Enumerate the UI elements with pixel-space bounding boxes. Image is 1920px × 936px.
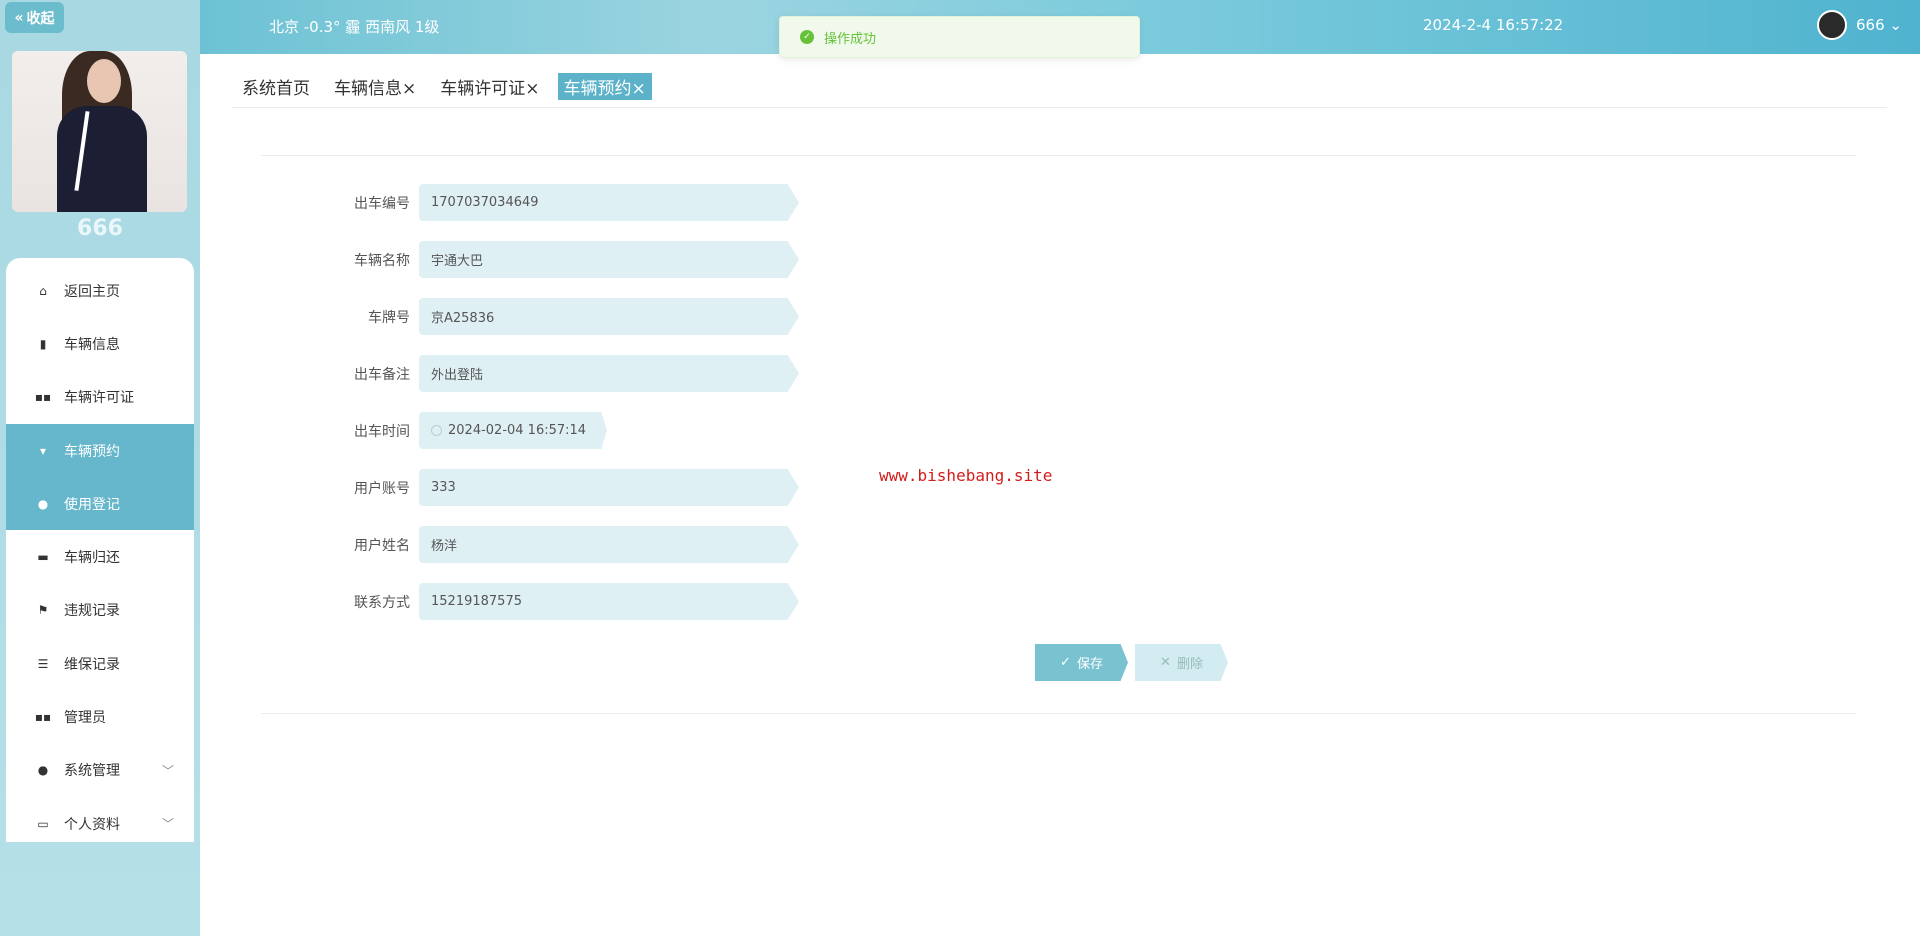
chevron-down-icon: ﹀ bbox=[161, 817, 174, 832]
vehicle-name-input[interactable]: 宇通大巴 bbox=[419, 241, 799, 278]
form-row-name: 用户姓名 杨洋 bbox=[260, 526, 799, 563]
sidebar-item-vehicle-info[interactable]: ▮ 车辆信息 bbox=[6, 317, 194, 370]
phone-input[interactable]: 15219187575 bbox=[419, 583, 799, 620]
weather-info: 北京 -0.3° 霾 西南风 1级 bbox=[269, 18, 440, 36]
home-icon: ⌂ bbox=[39, 283, 47, 298]
clock-icon bbox=[431, 425, 442, 436]
trip-number-input[interactable]: 1707037034649 bbox=[419, 184, 799, 221]
tab-bar: 系统首页 车辆信息× 车辆许可证× 车辆预约× bbox=[236, 73, 652, 100]
success-toast: ✓ 操作成功 bbox=[779, 16, 1140, 58]
close-icon: ✕ bbox=[1160, 655, 1171, 670]
user-avatar[interactable] bbox=[1817, 10, 1847, 40]
chevron-down-icon: ⌄ bbox=[1889, 16, 1902, 34]
plate-number-input[interactable]: 京A25836 bbox=[419, 298, 799, 335]
location-icon: ● bbox=[37, 763, 49, 778]
grid-icon: ▪▪ bbox=[34, 390, 52, 405]
user-menu[interactable]: 666 ⌄ bbox=[1856, 16, 1902, 34]
form-row-remark: 出车备注 外出登陆 bbox=[260, 355, 799, 392]
sidebar: «收起 666 ⌂ 返回主页 ▮ 车辆信息 ▪▪ 车辆许可证 ▾ 车辆预约 ● 使用登记 … bbox=[0, 0, 200, 936]
remark-input[interactable]: 外出登陆 bbox=[419, 355, 799, 392]
form-row-phone: 联系方式 15219187575 bbox=[260, 583, 799, 620]
sidebar-item-admin[interactable]: ▪▪ 管理员 bbox=[6, 690, 194, 743]
list-icon: ☰ bbox=[37, 656, 49, 671]
check-circle-icon: ✓ bbox=[800, 30, 814, 44]
avatar-photo bbox=[12, 51, 187, 212]
clipboard-icon: ▮ bbox=[39, 336, 47, 351]
user-account-input[interactable]: 333 bbox=[419, 469, 799, 506]
sidebar-item-vehicle-reservation[interactable]: ▾ 车辆预约 bbox=[6, 423, 194, 478]
sidebar-menu: ⌂ 返回主页 ▮ 车辆信息 ▪▪ 车辆许可证 ▾ 车辆预约 ● 使用登记 ▬ 车辆归还 ⚑ 违… bbox=[6, 258, 194, 842]
form-row-account: 用户账号 333 bbox=[260, 469, 799, 506]
save-button[interactable]: ✓ 保存 bbox=[1035, 644, 1128, 681]
flag-icon: ⚑ bbox=[37, 603, 49, 618]
form-row-time: 出车时间 2024-02-04 16:57:14 bbox=[260, 412, 607, 449]
user-icon: ● bbox=[37, 496, 49, 511]
sidebar-item-usage-registration[interactable]: ● 使用登记 bbox=[6, 477, 194, 531]
tab-home[interactable]: 系统首页 bbox=[236, 73, 316, 100]
thumb-icon: ▾ bbox=[39, 443, 47, 458]
watermark: www.bishebang.site bbox=[879, 466, 1053, 485]
form-row-plate: 车牌号 京A25836 bbox=[260, 298, 799, 335]
form-row-trip-number: 出车编号 1707037034649 bbox=[260, 184, 799, 221]
collapse-button[interactable]: «收起 bbox=[5, 2, 64, 33]
double-chevron-left-icon: « bbox=[14, 9, 24, 26]
tab-vehicle-reservation[interactable]: 车辆预约× bbox=[557, 73, 652, 100]
sidebar-item-profile[interactable]: ▭ 个人资料 ﹀ bbox=[6, 797, 194, 850]
form-row-vehicle-name: 车辆名称 宇通大巴 bbox=[260, 241, 799, 278]
sidebar-item-vehicle-permit[interactable]: ▪▪ 车辆许可证 bbox=[6, 371, 194, 424]
tab-vehicle-permit[interactable]: 车辆许可证× bbox=[434, 73, 545, 100]
current-datetime: 2024-2-4 16:57:22 bbox=[1423, 16, 1564, 34]
divider bbox=[261, 713, 1856, 714]
check-icon: ✓ bbox=[1060, 655, 1071, 670]
sidebar-item-maintenance[interactable]: ☰ 维保记录 bbox=[6, 637, 194, 690]
departure-time-picker[interactable]: 2024-02-04 16:57:14 bbox=[419, 412, 607, 449]
sidebar-username: 666 bbox=[77, 216, 123, 241]
user-name-input[interactable]: 杨洋 bbox=[419, 526, 799, 563]
sidebar-item-vehicle-return[interactable]: ▬ 车辆归还 bbox=[6, 530, 194, 583]
sidebar-item-home[interactable]: ⌂ 返回主页 bbox=[6, 264, 194, 317]
grid-icon: ▪▪ bbox=[34, 710, 52, 725]
card-icon: ▭ bbox=[37, 816, 49, 831]
tab-vehicle-info[interactable]: 车辆信息× bbox=[328, 73, 422, 100]
sidebar-item-system-management[interactable]: ● 系统管理 ﹀ bbox=[6, 744, 194, 797]
chevron-down-icon: ﹀ bbox=[161, 763, 174, 778]
sidebar-item-violations[interactable]: ⚑ 违规记录 bbox=[6, 584, 194, 637]
chat-icon: ▬ bbox=[37, 550, 49, 565]
divider bbox=[232, 107, 1887, 108]
divider bbox=[261, 155, 1856, 156]
delete-button[interactable]: ✕ 删除 bbox=[1135, 644, 1228, 681]
